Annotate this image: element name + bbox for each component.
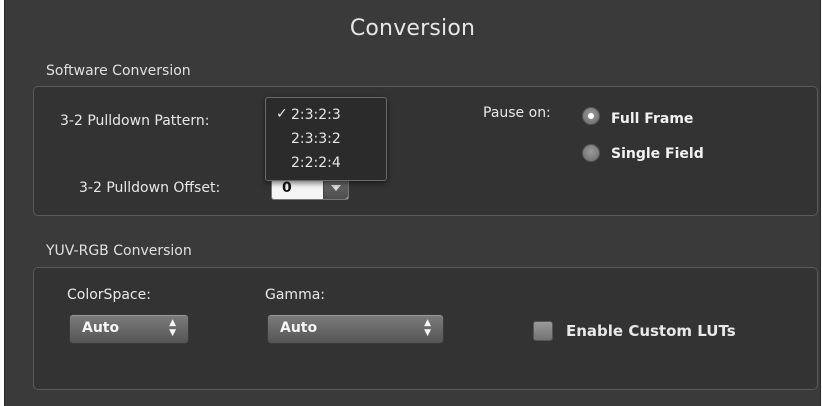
pulldown-option-2332[interactable]: 2:3:3:2 <box>266 128 386 150</box>
option-label: 2:3:3:2 <box>291 131 341 147</box>
colorspace-popup-button[interactable]: Auto ▲ ▼ <box>69 314 189 344</box>
gamma-popup-button[interactable]: Auto ▲ ▼ <box>267 314 444 344</box>
yuv-rgb-conversion-label: YUV-RGB Conversion <box>46 243 192 259</box>
option-label: 2:3:2:3 <box>291 107 341 123</box>
pulldown-option-2323[interactable]: ✓ 2:3:2:3 <box>266 104 386 126</box>
pulldown-option-2224[interactable]: 2:2:2:4 <box>266 152 386 174</box>
single-field-label: Single Field <box>611 146 704 162</box>
up-down-arrows-icon: ▲ ▼ <box>424 318 431 338</box>
pulldown-pattern-popup: ✓ 2:3:2:3 2:3:3:2 2:2:2:4 <box>265 97 387 181</box>
panel-title: Conversion <box>349 16 476 41</box>
option-label: 2:2:2:4 <box>291 155 341 171</box>
enable-custom-luts-label: Enable Custom LUTs <box>566 322 736 340</box>
pulldown-offset-label: 3-2 Pulldown Offset: <box>79 180 221 196</box>
radio-full-frame[interactable] <box>582 107 600 125</box>
up-down-arrows-icon: ▲ ▼ <box>169 318 176 338</box>
checkmark-icon: ✓ <box>276 106 288 122</box>
radio-single-field[interactable] <box>582 144 600 162</box>
colorspace-value: Auto <box>82 320 120 336</box>
pulldown-pattern-label: 3-2 Pulldown Pattern: <box>60 113 210 129</box>
software-conversion-label: Software Conversion <box>46 63 191 79</box>
gamma-label: Gamma: <box>265 287 325 303</box>
full-frame-label: Full Frame <box>611 111 694 127</box>
colorspace-label: ColorSpace: <box>67 287 151 303</box>
window: Conversion Software Conversion 3-2 Pulld… <box>0 0 822 406</box>
gamma-value: Auto <box>280 320 318 336</box>
pause-on-label: Pause on: <box>483 105 551 121</box>
enable-custom-luts-checkbox[interactable] <box>533 321 553 341</box>
conversion-panel: Conversion Software Conversion 3-2 Pulld… <box>4 0 821 406</box>
pulldown-offset-value: 0 <box>282 180 292 196</box>
